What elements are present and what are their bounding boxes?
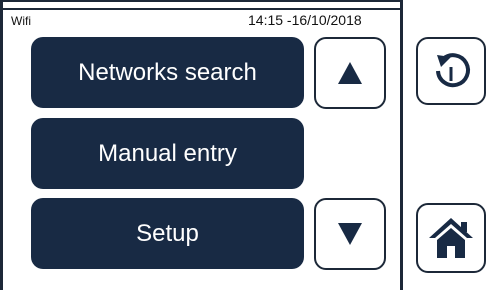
back-button[interactable] bbox=[416, 37, 486, 105]
wifi-screen: Wifi 14:15 -16/10/2018 Networks search M… bbox=[0, 0, 493, 290]
networks-search-button[interactable]: Networks search bbox=[31, 37, 304, 108]
home-button[interactable] bbox=[416, 203, 486, 273]
scroll-up-button[interactable] bbox=[314, 37, 386, 109]
screen-frame-left bbox=[0, 0, 3, 290]
back-arrow-icon bbox=[429, 49, 473, 93]
screen-frame-top bbox=[0, 0, 402, 2]
triangle-down-icon bbox=[337, 222, 363, 246]
date-time: 14:15 -16/10/2018 bbox=[248, 12, 362, 28]
scroll-down-button[interactable] bbox=[314, 198, 386, 270]
networks-search-label: Networks search bbox=[78, 58, 257, 86]
screen-title: Wifi bbox=[11, 14, 31, 28]
status-bar: Wifi 14:15 -16/10/2018 bbox=[3, 10, 400, 30]
manual-entry-label: Manual entry bbox=[98, 139, 237, 167]
setup-label: Setup bbox=[136, 219, 199, 247]
setup-button[interactable]: Setup bbox=[31, 198, 304, 269]
manual-entry-button[interactable]: Manual entry bbox=[31, 118, 304, 189]
triangle-up-icon bbox=[337, 61, 363, 85]
home-icon bbox=[428, 216, 474, 260]
panel-divider bbox=[400, 0, 403, 290]
